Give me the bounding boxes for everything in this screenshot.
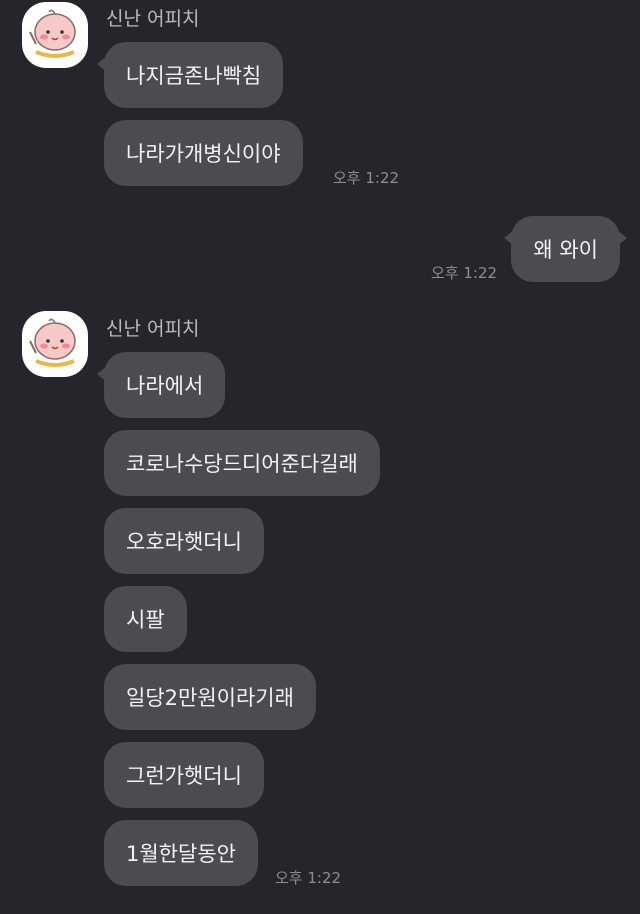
my-message-timestamp: 오후 1:22 [431, 264, 498, 282]
sender-name: 신난 어피치 [106, 8, 200, 30]
sender-avatar[interactable] [22, 2, 88, 68]
message-bubble[interactable]: 나라에서 [96, 352, 226, 418]
message-bubble[interactable]: 일당2만원이라기래 [104, 664, 316, 730]
message-timestamp: 오후 1:22 [275, 869, 342, 887]
message-bubble[interactable]: 나라가개병신이야 [104, 120, 303, 186]
message-bubble[interactable]: 나지금존나빡침 [96, 42, 284, 108]
apeach-avatar-icon [29, 9, 76, 58]
sender-name: 신난 어피치 [106, 318, 200, 340]
message-bubble[interactable]: 그런가햇더니 [104, 742, 264, 808]
message-bubble[interactable]: 시팔 [104, 586, 187, 652]
my-message-bubble[interactable]: 왜 와이 [504, 216, 627, 282]
message-bubble[interactable]: 오호라햇더니 [104, 508, 264, 574]
message-bubble[interactable]: 1월한달동안 [104, 820, 258, 886]
message-timestamp: 오후 1:22 [333, 169, 400, 187]
apeach-avatar-icon [29, 318, 76, 367]
message-bubble[interactable]: 코로나수당드디어준다길래 [104, 430, 380, 496]
sender-avatar[interactable] [22, 311, 88, 377]
